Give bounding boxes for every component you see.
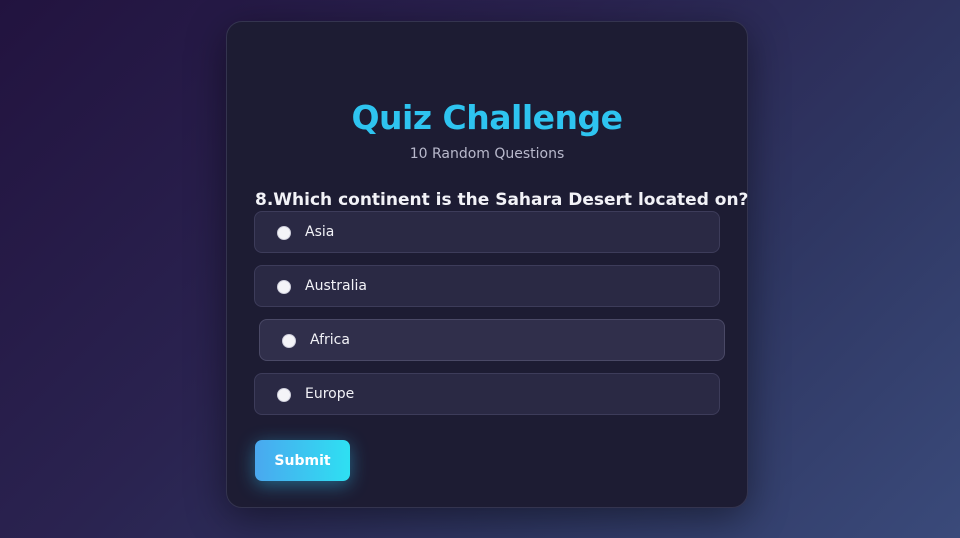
answer-option-australia[interactable]: Australia (254, 265, 720, 307)
answer-option-africa[interactable]: Africa (259, 319, 725, 361)
answer-option-label: Africa (310, 332, 350, 348)
answer-option-label: Europe (305, 386, 355, 402)
question-text: 8.Which continent is the Sahara Desert l… (255, 190, 749, 210)
radio-button[interactable] (282, 334, 296, 348)
radio-button[interactable] (277, 388, 291, 402)
answer-option-europe[interactable]: Europe (254, 373, 720, 415)
quiz-title: Quiz Challenge (351, 98, 623, 137)
quiz-subtitle: 10 Random Questions (409, 146, 565, 162)
quiz-card: Quiz Challenge 10 Random Questions 8.Whi… (226, 21, 748, 508)
radio-button[interactable] (277, 280, 291, 294)
answer-option-asia[interactable]: Asia (254, 211, 720, 253)
answer-option-label: Australia (305, 278, 367, 294)
answer-option-label: Asia (305, 224, 335, 240)
submit-button[interactable]: Submit (255, 440, 350, 481)
radio-button[interactable] (277, 226, 291, 240)
